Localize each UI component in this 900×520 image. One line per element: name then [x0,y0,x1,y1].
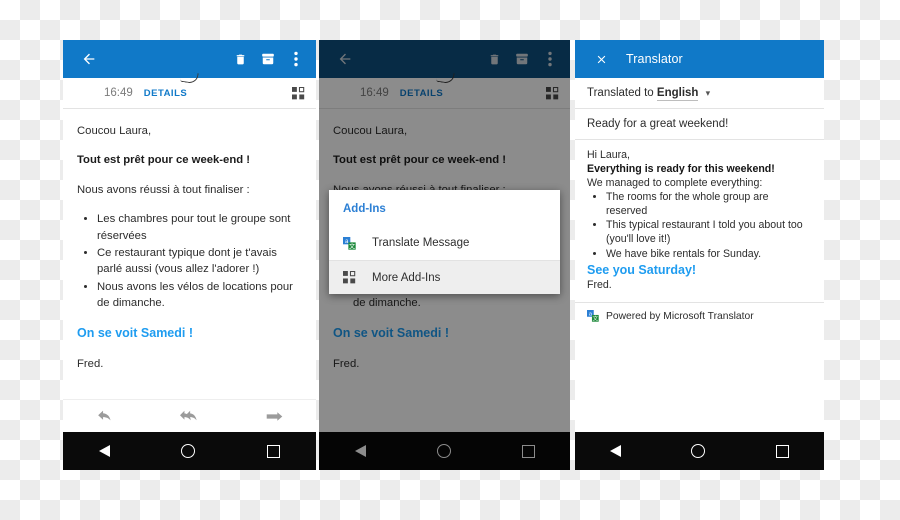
translated-to-prefix: Translated to [587,87,654,99]
powered-by-row: a 文 Powered by Microsoft Translator [575,303,824,329]
screenshot-stage: 16:49 DETAILS Coucou Laura, Tout est prê… [0,0,900,520]
menu-item-label: Translate Message [372,237,470,249]
arrow-left-icon[interactable] [78,48,100,70]
nav-home-circle-icon[interactable] [691,444,706,458]
dialog-title: Add-Ins [343,203,386,215]
reply-action-bar [63,399,316,432]
translator-title: Translator [626,52,683,66]
more-vertical-icon[interactable] [285,48,307,70]
trash-icon[interactable] [229,48,251,70]
language-select-value[interactable]: English [656,87,699,101]
nav-back-triangle-icon[interactable] [98,445,110,457]
list-item: This typical restaurant I told you about… [606,218,812,246]
add-ins-grid-icon [343,271,356,284]
list-item: Nous avons les vélos de locations pour d… [97,279,302,312]
android-nav-bar [63,432,316,470]
translated-to-row[interactable]: Translated to English ▾ [575,78,824,108]
menu-item-label: More Add-Ins [372,271,441,284]
mail-body: Coucou Laura, Tout est prêt pour ce week… [63,109,316,372]
app-bar-translator: Translator [575,40,824,78]
translated-body: Hi Laura, Everything is ready for this w… [575,140,824,302]
menu-item-translate-message[interactable]: a 文 Translate Message [329,226,560,260]
nav-home-circle-icon[interactable] [181,444,196,458]
mail-bullet-list: Les chambres pour tout le groupe sont ré… [77,211,302,311]
chevron-down-icon[interactable]: ▾ [706,88,711,98]
translated-intro: We managed to complete everything: [587,177,763,190]
translated-bullet-list: The rooms for the whole group are reserv… [587,190,812,260]
close-icon[interactable] [590,48,612,70]
mail-meta-row: 16:49 DETAILS [63,70,316,108]
svg-text:文: 文 [349,242,355,250]
list-item: The rooms for the whole group are reserv… [606,190,812,218]
menu-item-more-add-ins[interactable]: More Add-Ins [329,260,560,294]
archive-icon[interactable] [257,48,279,70]
mail-greeting: Coucou Laura, [77,125,152,137]
nav-recents-square-icon[interactable] [267,444,281,458]
forward-icon[interactable] [266,411,283,422]
mail-time: 16:49 [104,87,133,99]
translate-icon: a 文 [343,236,356,250]
nav-back-triangle-icon[interactable] [610,445,622,457]
android-nav-bar [575,432,824,470]
translated-greeting: Hi Laura, [587,149,630,161]
translated-subject: Ready for a great weekend! [587,118,729,130]
translated-signoff: See you Saturday! [587,262,697,277]
reply-all-icon[interactable] [179,410,199,423]
phone-panel-addins-dialog: 16:49 DETAILS Coucou Laura, Tout est prê… [319,40,570,470]
mail-signoff: On se voit Samedi ! [77,326,194,341]
translated-headline: Everything is ready for this weekend! [587,163,775,176]
translated-signature: Fred. [587,279,612,292]
translate-icon: a 文 [587,310,599,322]
details-link[interactable]: DETAILS [144,88,187,99]
phone-panel-translator: Translator Translated to English ▾ Ready… [575,40,824,470]
mail-intro: Nous avons réussi à tout finaliser : [77,183,250,196]
list-item: Les chambres pour tout le groupe sont ré… [97,211,302,244]
subject-curl-decoration [180,70,199,85]
mail-headline: Tout est prêt pour ce week-end ! [77,154,251,167]
list-item: We have bike rentals for Sunday. [606,247,812,261]
powered-by-label: Powered by Microsoft Translator [606,310,754,322]
nav-recents-square-icon[interactable] [775,444,789,458]
reply-icon[interactable] [97,410,113,423]
mail-signature: Fred. [77,357,104,370]
add-ins-grid-icon[interactable] [292,86,305,100]
add-ins-dialog: Add-Ins a 文 Translate Message More Add-I… [329,190,560,294]
phone-panel-mail-read: 16:49 DETAILS Coucou Laura, Tout est prê… [63,40,316,470]
list-item: Ce restaurant typique dont je t'avais pa… [97,245,302,278]
